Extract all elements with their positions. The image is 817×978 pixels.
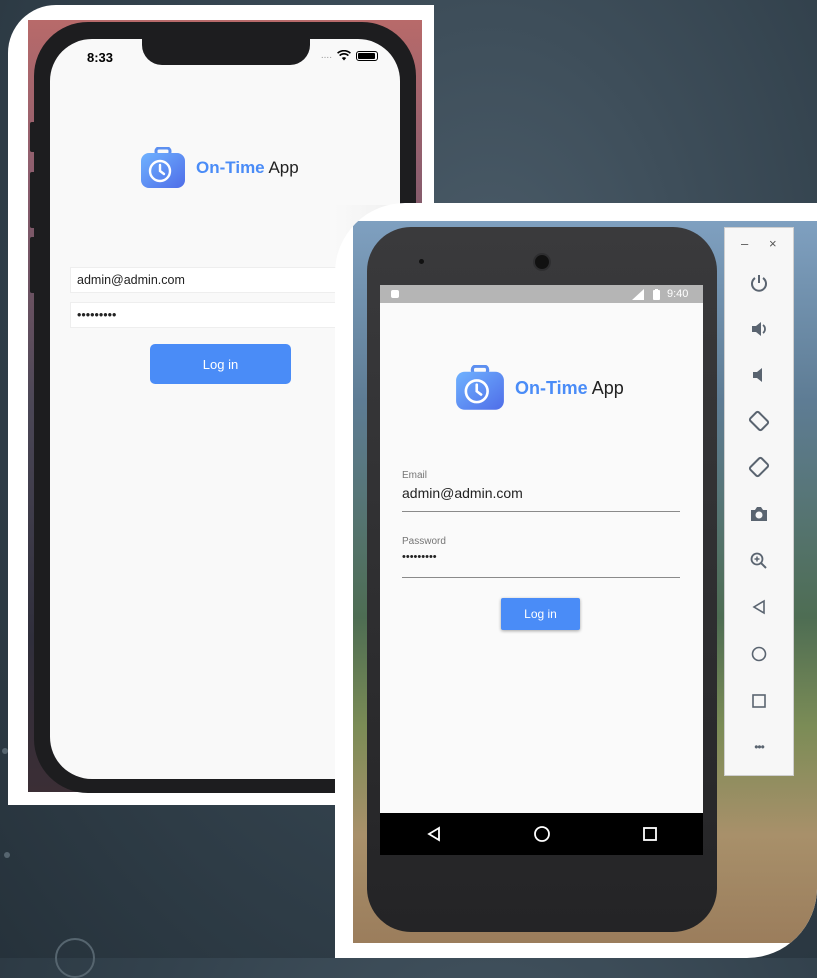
iphone-side-button — [30, 122, 36, 152]
android-nav-bar — [380, 813, 703, 855]
zoom-icon — [750, 552, 767, 569]
more-icon: ••• — [754, 740, 765, 754]
rotate-left-button[interactable] — [746, 408, 772, 434]
wifi-icon — [337, 50, 351, 61]
android-screen: 9:40 On-Time App Email admin@admin.com P… — [380, 285, 703, 855]
camera-icon — [751, 507, 767, 521]
overview-icon — [752, 694, 766, 708]
app-brand-name: On-Time App — [196, 158, 299, 178]
back-icon — [752, 599, 765, 615]
volume-up-icon — [752, 322, 766, 336]
password-label: Password — [402, 536, 446, 547]
iphone-notch — [142, 39, 310, 65]
power-button[interactable] — [746, 270, 772, 296]
email-field[interactable]: admin@admin.com — [402, 485, 523, 501]
volume-up-button[interactable] — [746, 316, 772, 342]
power-icon — [751, 275, 767, 292]
android-front-camera — [533, 253, 551, 271]
ios-carrier-dots: .... — [320, 50, 332, 61]
more-button[interactable]: ••• — [746, 734, 772, 760]
home-icon[interactable] — [533, 825, 551, 843]
rotate-right-button[interactable] — [746, 454, 772, 480]
overview-icon[interactable] — [642, 826, 658, 842]
home-icon — [751, 646, 767, 662]
briefcase-clock-icon — [456, 365, 504, 410]
zoom-button[interactable] — [746, 548, 772, 574]
decor-dot — [4, 852, 10, 858]
minimize-button[interactable]: – — [741, 236, 748, 251]
overview-button[interactable] — [746, 688, 772, 714]
signal-icon — [632, 289, 644, 300]
android-status-bar: 9:40 — [380, 285, 703, 303]
ios-status-time: 8:33 — [87, 50, 114, 65]
decor-circle — [55, 938, 95, 978]
android-notification-icon — [391, 290, 399, 298]
email-underline — [402, 511, 680, 512]
iphone-side-button — [30, 237, 36, 293]
battery-icon — [653, 289, 660, 300]
login-button[interactable]: Log in — [150, 344, 291, 384]
back-icon[interactable] — [426, 826, 442, 842]
app-logo: On-Time App — [140, 147, 299, 189]
brand-primary: On-Time — [196, 158, 265, 177]
iphone-side-button — [30, 172, 36, 228]
rotate-right-icon — [748, 456, 770, 478]
android-speaker — [419, 259, 424, 264]
battery-icon — [356, 50, 378, 61]
android-status-time: 9:40 — [667, 288, 689, 300]
volume-down-icon — [753, 368, 762, 382]
rotate-left-icon — [748, 410, 770, 432]
app-logo: On-Time App — [455, 365, 624, 411]
brand-primary: On-Time — [515, 377, 588, 398]
app-brand-name: On-Time App — [515, 378, 624, 399]
emulator-toolbar: – × ••• — [724, 227, 794, 776]
password-field[interactable]: ••••••••• — [402, 551, 437, 563]
login-button[interactable]: Log in — [501, 598, 580, 630]
emulator-window-controls: – × — [725, 236, 795, 256]
close-button[interactable]: × — [769, 236, 777, 251]
volume-down-button[interactable] — [746, 362, 772, 388]
android-phone-frame: 9:40 On-Time App Email admin@admin.com P… — [367, 227, 717, 932]
back-button[interactable] — [746, 594, 772, 620]
email-label: Email — [402, 470, 428, 481]
ios-status-icons: .... — [321, 50, 378, 61]
brand-secondary: App — [268, 158, 299, 177]
password-underline — [402, 577, 680, 578]
screenshot-button[interactable] — [746, 501, 772, 527]
brand-secondary: App — [591, 377, 624, 398]
home-button[interactable] — [746, 641, 772, 667]
briefcase-clock-icon — [141, 147, 185, 188]
